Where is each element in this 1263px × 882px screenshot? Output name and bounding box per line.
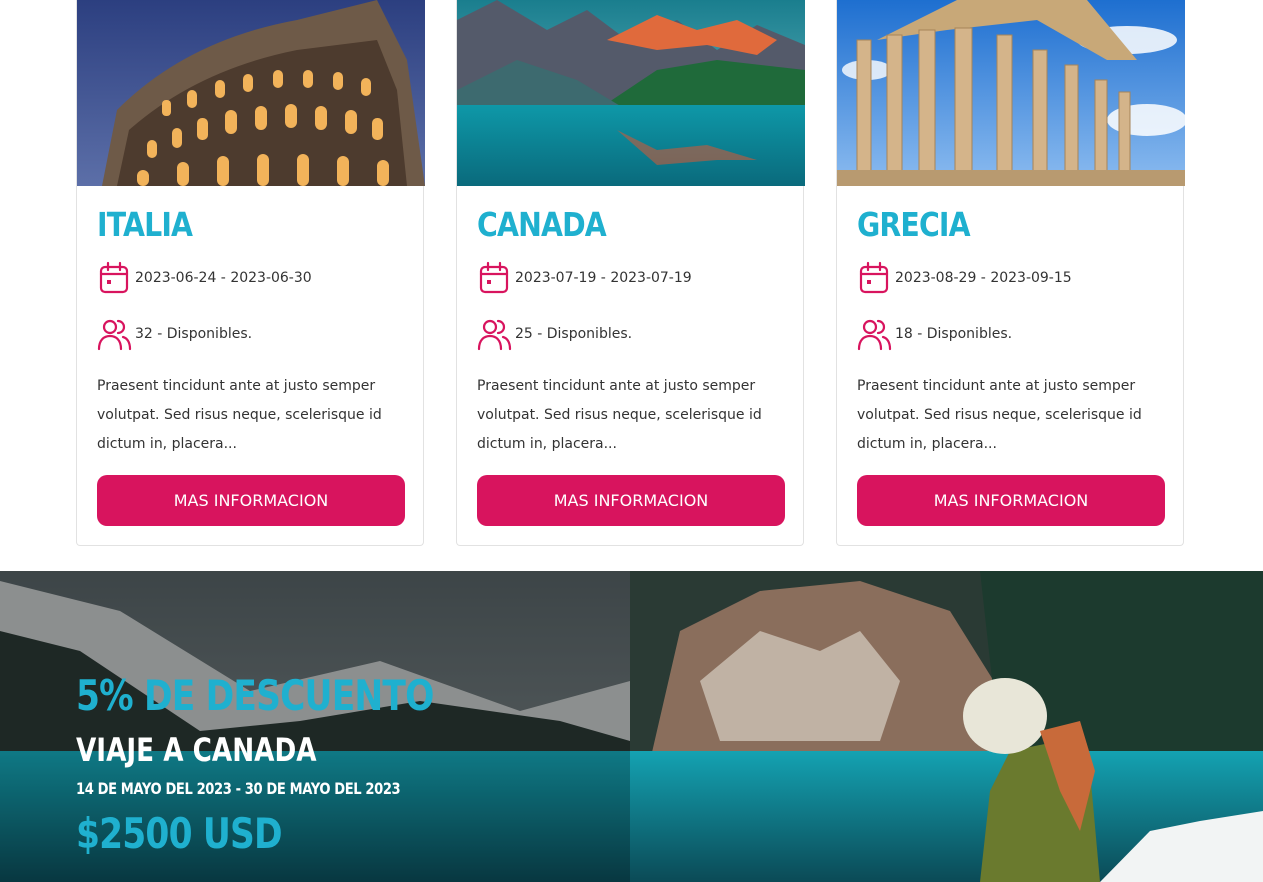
trip-title: VIAJE A CANADA — [76, 731, 317, 769]
card-title: ITALIA — [97, 205, 193, 244]
card-description: Praesent tincidunt ante at justo semper … — [97, 378, 382, 452]
card-title: CANADA — [477, 205, 607, 244]
card-dates: 2023-08-29 - 2023-09-15 — [857, 258, 1072, 298]
card-title: GRECIA — [857, 205, 971, 244]
users-icon — [97, 314, 137, 354]
more-info-button[interactable]: MAS INFORMACION — [97, 475, 405, 526]
card-dates-text: 2023-07-19 - 2023-07-19 — [515, 270, 692, 286]
promo-banner: 5% DE DESCUENTO VIAJE A CANADA 14 DE MAY… — [0, 571, 1263, 882]
card-description: Praesent tincidunt ante at justo semper … — [857, 378, 1142, 452]
lake-mountains-image — [457, 0, 805, 186]
card-description: Praesent tincidunt ante at justo semper … — [477, 378, 762, 452]
card-dates: 2023-07-19 - 2023-07-19 — [477, 258, 692, 298]
card-availability: 18 - Disponibles. — [857, 314, 1012, 354]
card-dates-text: 2023-08-29 - 2023-09-15 — [895, 270, 1072, 286]
tour-card-italia: ITALIA 2023-06-24 - 2023-06-30 32 - Disp… — [76, 0, 425, 546]
card-dates: 2023-06-24 - 2023-06-30 — [97, 258, 312, 298]
card-availability: 32 - Disponibles. — [97, 314, 252, 354]
users-icon — [857, 314, 897, 354]
tour-card-grecia: GRECIA 2023-08-29 - 2023-09-15 18 - Disp… — [836, 0, 1185, 546]
parthenon-image — [837, 0, 1185, 186]
discount-text: 5% DE DESCUENTO — [76, 671, 434, 720]
users-icon — [477, 314, 517, 354]
calendar-icon — [857, 258, 897, 298]
more-info-button[interactable]: MAS INFORMACION — [477, 475, 785, 526]
calendar-icon — [477, 258, 517, 298]
card-availability-text: 25 - Disponibles. — [515, 326, 633, 342]
card-dates-text: 2023-06-24 - 2023-06-30 — [135, 270, 312, 286]
card-availability-text: 18 - Disponibles. — [895, 326, 1013, 342]
more-info-button[interactable]: MAS INFORMACION — [857, 475, 1165, 526]
colosseum-image — [77, 0, 425, 186]
trip-price: $2500 USD — [76, 809, 283, 858]
card-availability-text: 32 - Disponibles. — [135, 326, 253, 342]
trip-dates: 14 DE MAYO DEL 2023 - 30 DE MAYO DEL 202… — [76, 779, 401, 798]
calendar-icon — [97, 258, 137, 298]
tour-cards: ITALIA 2023-06-24 - 2023-06-30 32 - Disp… — [0, 0, 1263, 571]
tour-card-canada: CANADA 2023-07-19 - 2023-07-19 25 - Disp… — [456, 0, 805, 546]
card-availability: 25 - Disponibles. — [477, 314, 632, 354]
